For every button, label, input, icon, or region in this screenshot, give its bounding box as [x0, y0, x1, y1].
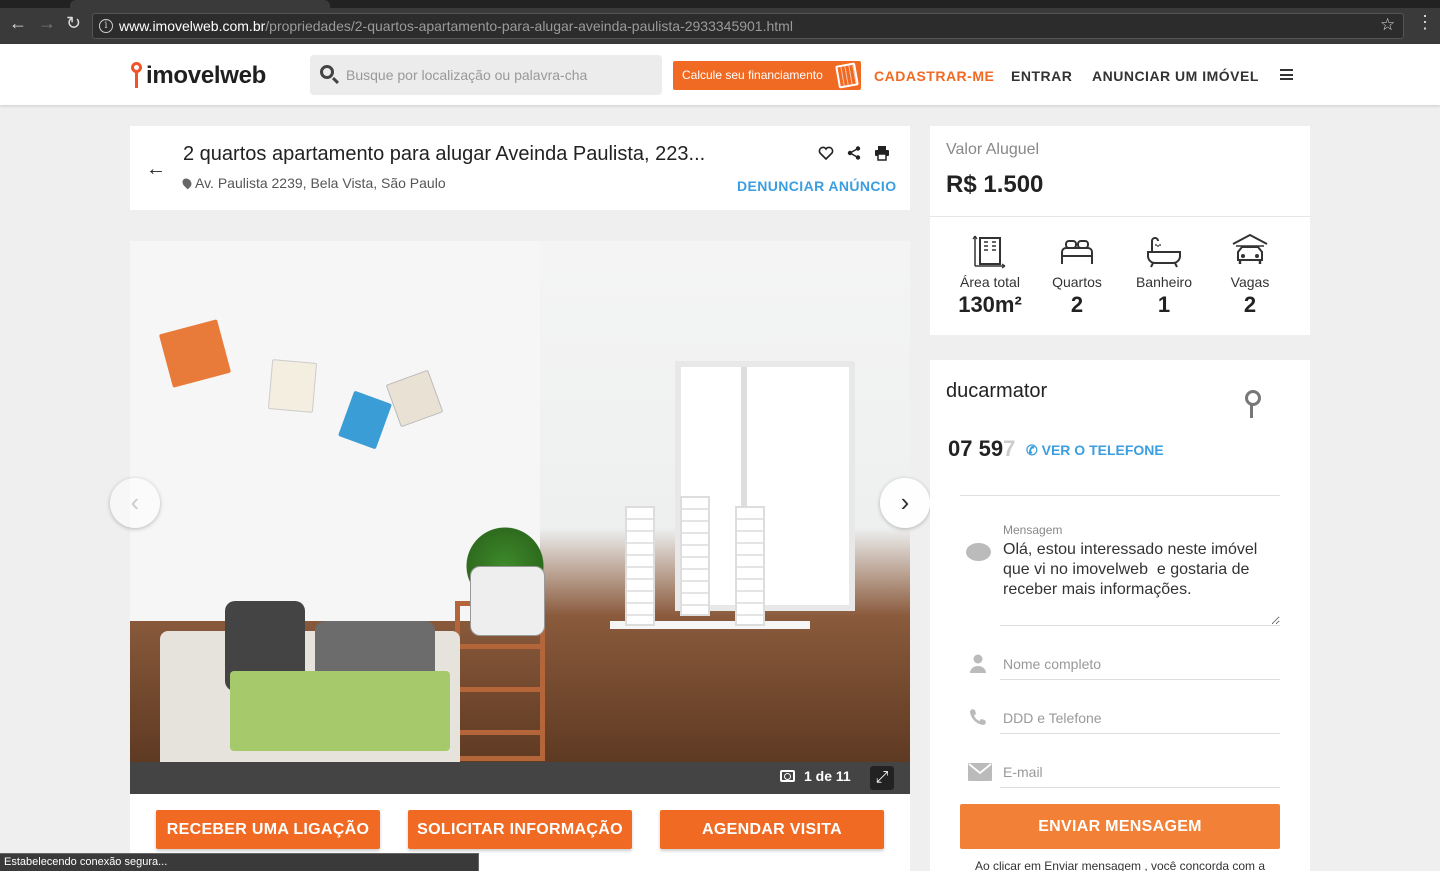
- feature-bathroom-value: 1: [1157, 292, 1171, 317]
- fullscreen-icon[interactable]: ⤢: [870, 766, 894, 790]
- feature-area: Área total 130m²: [946, 232, 1034, 318]
- contact-card: ducarmator 07 597 ✆ VER O TELEFONE Mensa…: [930, 360, 1310, 871]
- prev-photo-button[interactable]: ‹: [110, 478, 160, 528]
- listing-photo[interactable]: [130, 241, 910, 771]
- feature-bedrooms-label: Quartos: [1052, 274, 1102, 290]
- schedule-visit-button[interactable]: AGENDAR VISITA: [660, 810, 884, 849]
- address-bar[interactable]: i www.imovelweb.com.br/propriedades/2-qu…: [92, 13, 1404, 39]
- back-arrow-icon[interactable]: ←: [9, 14, 27, 32]
- phone-field[interactable]: [1000, 702, 1280, 734]
- nav-login[interactable]: ENTRAR: [1011, 68, 1072, 84]
- email-field[interactable]: [1000, 756, 1280, 788]
- feature-area-value: 130m²: [958, 292, 1022, 317]
- listing-title: 2 quartos apartamento para alugar Aveind…: [183, 143, 706, 165]
- envelope-icon: [968, 763, 992, 787]
- nav-advertise[interactable]: ANUNCIAR UM IMÓVEL: [1092, 68, 1259, 84]
- terms-text: Ao clicar em Enviar mensagem , você conc…: [974, 859, 1266, 871]
- user-icon: [968, 653, 988, 679]
- name-field[interactable]: [1000, 648, 1280, 680]
- message-label: Mensagem: [1003, 523, 1063, 537]
- listing-title-card: ← 2 quartos apartamento para alugar Avei…: [130, 126, 910, 210]
- bathtub-icon: [1145, 232, 1183, 270]
- share-icon[interactable]: [846, 145, 862, 161]
- camera-icon: [780, 770, 795, 782]
- feature-parking-value: 2: [1243, 292, 1257, 317]
- feature-bathroom: Banheiro 1: [1120, 232, 1208, 318]
- search-box: [310, 55, 662, 95]
- price-value: R$ 1.500: [946, 171, 1044, 198]
- phone-visible: 07 59: [948, 436, 1004, 461]
- advertiser-name: ducarmator: [946, 380, 1048, 402]
- key-icon: [1244, 390, 1261, 420]
- garage-icon: [1231, 232, 1269, 270]
- feature-parking: Vagas 2: [1206, 232, 1294, 318]
- reload-icon[interactable]: ↻: [66, 14, 81, 32]
- calculator-icon: [835, 62, 859, 89]
- price-card: Valor Aluguel R$ 1.500 Área total 130m² …: [930, 126, 1310, 335]
- phone-faded: 7: [1003, 436, 1016, 461]
- feature-bathroom-label: Banheiro: [1135, 274, 1193, 290]
- address-text: Av. Paulista 2239, Bela Vista, São Paulo: [195, 175, 446, 191]
- area-icon: [971, 232, 1009, 270]
- browser-menu-icon[interactable]: ⋮: [1416, 13, 1434, 31]
- listing-address: Av. Paulista 2239, Bela Vista, São Paulo: [180, 175, 446, 191]
- price-label: Valor Aluguel: [946, 141, 1040, 158]
- request-info-button[interactable]: SOLICITAR INFORMAÇÃO: [408, 810, 632, 849]
- chat-bubble-icon: [966, 543, 991, 561]
- logo-text: imovelweb: [146, 62, 267, 89]
- feature-area-label: Área total: [960, 274, 1020, 290]
- next-photo-button[interactable]: ›: [880, 478, 930, 528]
- see-phone-link[interactable]: ✆ VER O TELEFONE: [1026, 442, 1164, 459]
- nav-register[interactable]: CADASTRAR-ME: [874, 68, 994, 84]
- request-call-button[interactable]: RECEBER UMA LIGAÇÃO: [156, 810, 380, 849]
- url-host: www.imovelweb.com.br: [119, 18, 266, 34]
- send-message-button[interactable]: ENVIAR MENSAGEM: [960, 804, 1280, 849]
- browser-tab[interactable]: [70, 0, 330, 8]
- report-listing-link[interactable]: DENUNCIAR ANÚNCIO: [737, 178, 897, 194]
- forward-arrow-icon[interactable]: →: [38, 14, 56, 32]
- financing-label: Calcule seu financiamento: [682, 68, 823, 82]
- search-input[interactable]: [346, 55, 646, 95]
- feature-bedrooms-value: 2: [1070, 292, 1084, 317]
- phone-handset-icon: [968, 707, 988, 733]
- print-icon[interactable]: [874, 145, 890, 161]
- message-field[interactable]: Olá, estou interessado neste imóvel que …: [1000, 538, 1280, 626]
- info-icon[interactable]: i: [99, 19, 113, 33]
- site-logo[interactable]: imovelweb: [130, 60, 266, 90]
- search-icon[interactable]: [320, 65, 334, 79]
- location-pin-icon: [180, 176, 194, 190]
- heart-icon[interactable]: [818, 145, 834, 161]
- financing-button[interactable]: Calcule seu financiamento: [673, 61, 861, 90]
- listing-actions: [818, 145, 890, 161]
- browser-chrome: ← → ↻ i www.imovelweb.com.br/propriedade…: [0, 0, 1440, 44]
- tab-strip: [0, 0, 1440, 8]
- see-phone-label: VER O TELEFONE: [1041, 442, 1164, 458]
- feature-parking-label: Vagas: [1230, 274, 1270, 290]
- phone-icon: ✆: [1026, 442, 1038, 458]
- site-header: imovelweb Calcule seu financiamento CADA…: [0, 44, 1440, 105]
- phone-number: 07 597: [948, 436, 1015, 462]
- gallery-toolbar: 1 de 11 ⤢: [130, 762, 910, 794]
- url-path: /propriedades/2-quartos-apartamento-para…: [265, 18, 793, 34]
- logo-pin-icon: [130, 62, 144, 90]
- feature-bedrooms: Quartos 2: [1033, 232, 1121, 318]
- hamburger-menu-icon[interactable]: [1280, 69, 1293, 80]
- back-icon[interactable]: ←: [146, 158, 166, 181]
- photo-gallery: 1 de 11 ⤢: [130, 241, 910, 794]
- bookmark-star-icon[interactable]: ☆: [1380, 15, 1395, 35]
- photo-counter: 1 de 11: [804, 768, 851, 784]
- browser-status-bar: Estabelecendo conexão segura...: [0, 853, 479, 871]
- bed-icon: [1058, 232, 1096, 270]
